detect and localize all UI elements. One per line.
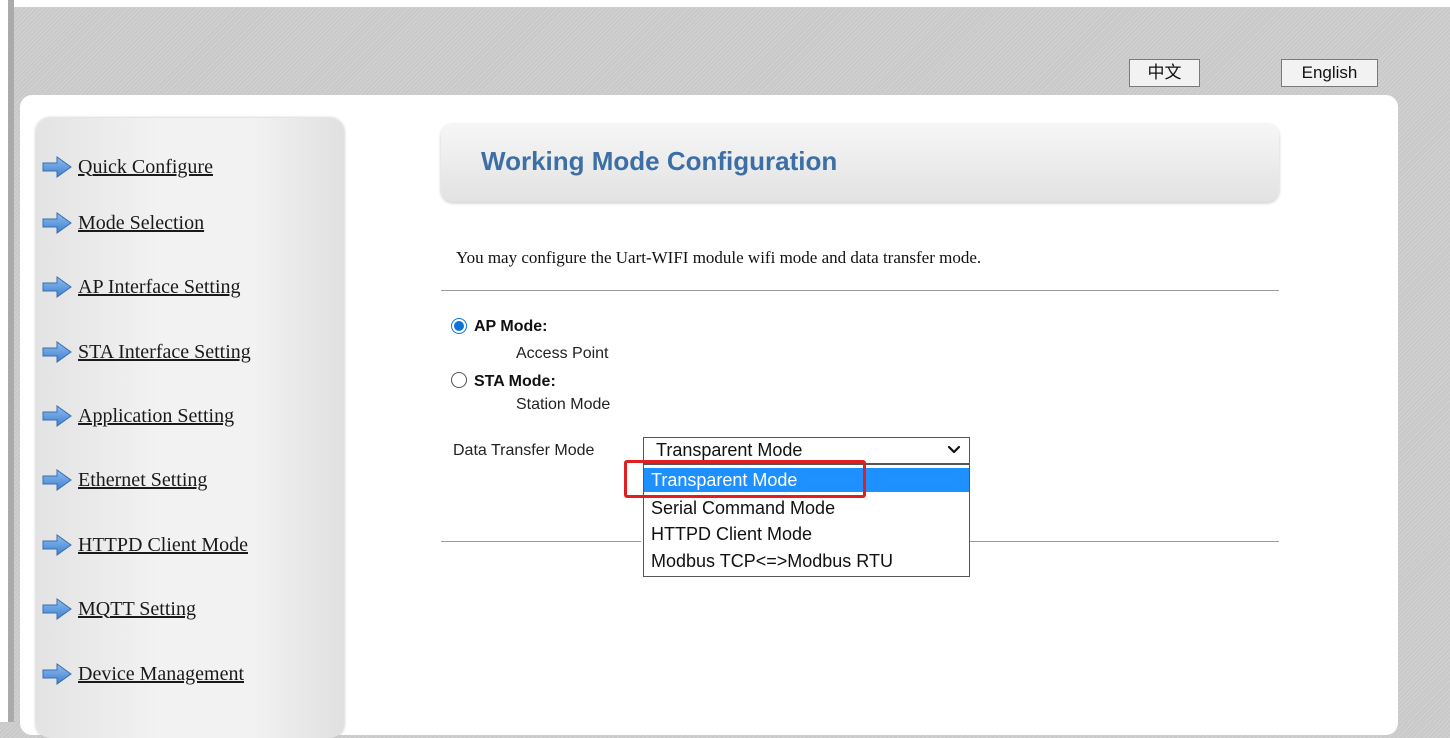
ap-mode-radio[interactable]: [451, 318, 467, 334]
top-edge: [0, 0, 1450, 7]
sta-mode-label: STA Mode:: [474, 373, 556, 390]
right-arrow-icon: [42, 598, 72, 620]
sidebar-item-httpd-client-mode[interactable]: HTTPD Client Mode: [42, 530, 248, 560]
sidebar-item-application-setting[interactable]: Application Setting: [42, 401, 234, 431]
right-arrow-icon: [42, 663, 72, 685]
sidebar-item-quick-configure[interactable]: Quick Configure: [42, 152, 213, 182]
data-transfer-mode-dropdown: Transparent Mode Serial Command Mode HTT…: [643, 464, 970, 577]
sidebar-item-ap-interface-setting[interactable]: AP Interface Setting: [42, 272, 241, 302]
page-title-box: Working Mode Configuration: [441, 124, 1279, 202]
page-title: Working Mode Configuration: [481, 146, 838, 176]
sidebar-item-label[interactable]: STA Interface Setting: [78, 341, 251, 364]
english-language-button[interactable]: English: [1281, 59, 1378, 87]
ap-mode-label: AP Mode:: [474, 318, 548, 335]
sidebar-item-label[interactable]: Ethernet Setting: [78, 469, 207, 492]
sidebar-item-ethernet-setting[interactable]: Ethernet Setting: [42, 465, 207, 495]
option-transparent-mode[interactable]: Transparent Mode: [644, 468, 969, 492]
right-arrow-icon: [42, 276, 72, 298]
page-description: You may configure the Uart-WIFI module w…: [456, 248, 982, 267]
radio-checked-dot: [454, 321, 464, 331]
divider: [441, 541, 641, 542]
sta-mode-description: Station Mode: [516, 396, 611, 413]
sidebar-item-label[interactable]: Application Setting: [78, 405, 234, 428]
right-arrow-icon: [42, 212, 72, 234]
sta-mode-radio[interactable]: [451, 372, 467, 388]
right-arrow-icon: [42, 341, 72, 363]
sidebar-item-label[interactable]: Device Management: [78, 663, 244, 686]
select-current-value: Transparent Mode: [656, 440, 803, 460]
sidebar-item-label[interactable]: AP Interface Setting: [78, 276, 241, 299]
data-transfer-mode-label: Data Transfer Mode: [453, 442, 595, 459]
sidebar-item-label[interactable]: HTTPD Client Mode: [78, 534, 248, 557]
sidebar-item-mode-selection[interactable]: Mode Selection: [42, 208, 204, 238]
sidebar-item-device-management[interactable]: Device Management: [42, 659, 244, 689]
right-arrow-icon: [42, 534, 72, 556]
data-transfer-mode-select[interactable]: Transparent Mode: [643, 437, 970, 464]
sidebar-item-label[interactable]: Quick Configure: [78, 156, 213, 179]
divider: [970, 541, 1279, 542]
sidebar-item-label[interactable]: MQTT Setting: [78, 598, 196, 621]
option-serial-command-mode[interactable]: Serial Command Mode: [644, 496, 969, 520]
option-httpd-client-mode[interactable]: HTTPD Client Mode: [644, 522, 969, 546]
sidebar-item-label[interactable]: Mode Selection: [78, 212, 204, 235]
ap-mode-description: Access Point: [516, 345, 609, 362]
divider: [441, 290, 1279, 291]
option-modbus-tcp-rtu[interactable]: Modbus TCP<=>Modbus RTU: [644, 549, 969, 573]
sidebar-item-mqtt-setting[interactable]: MQTT Setting: [42, 594, 196, 624]
right-arrow-icon: [42, 469, 72, 491]
chinese-language-button[interactable]: 中文: [1129, 59, 1200, 87]
sidebar-item-sta-interface-setting[interactable]: STA Interface Setting: [42, 337, 251, 367]
left-scroll-edge: [8, 0, 14, 722]
left-edge: [0, 0, 8, 722]
chevron-down-icon: [947, 445, 961, 454]
right-arrow-icon: [42, 156, 72, 178]
right-arrow-icon: [42, 405, 72, 427]
